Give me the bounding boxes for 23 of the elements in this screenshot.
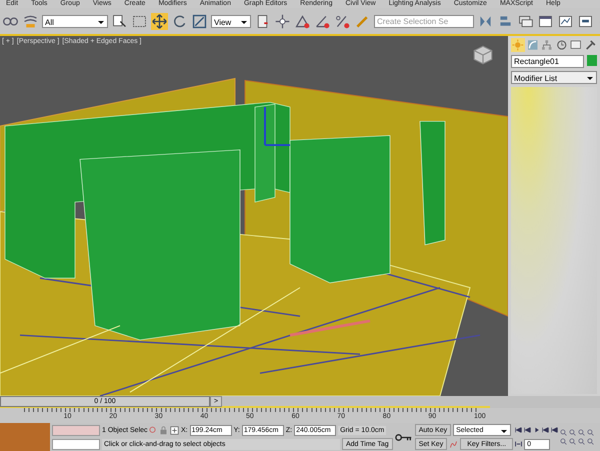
snap-icon[interactable] (294, 12, 311, 30)
selection-filter-dropdown[interactable]: All (42, 14, 108, 28)
clock-icon[interactable] (554, 38, 568, 52)
go-to-start-icon[interactable] (515, 426, 522, 434)
object-name-field[interactable]: Rectangle01 (511, 55, 584, 68)
viewcube-icon[interactable] (472, 44, 494, 66)
reference-coordinate-dropdown[interactable]: View (211, 14, 251, 28)
key-curve-icon[interactable] (449, 440, 458, 448)
key-icon[interactable] (394, 432, 413, 442)
move-icon[interactable] (151, 12, 168, 30)
logo-placeholder (0, 423, 50, 451)
script-output-field[interactable] (52, 438, 100, 450)
script-listener-field[interactable] (52, 424, 100, 436)
named-selection-field[interactable]: Create Selection Se (374, 14, 474, 28)
axis-icon[interactable] (274, 12, 291, 30)
rotate-icon[interactable] (171, 12, 188, 30)
hierarchy-icon[interactable] (540, 38, 554, 52)
zoom-icon[interactable] (560, 429, 568, 436)
object-color-swatch[interactable] (587, 55, 597, 66)
modifier-list-dropdown[interactable]: Modifier List (511, 71, 597, 84)
play-icon[interactable] (533, 426, 540, 434)
hammer-icon[interactable] (584, 38, 597, 52)
select-icon[interactable] (111, 12, 128, 30)
